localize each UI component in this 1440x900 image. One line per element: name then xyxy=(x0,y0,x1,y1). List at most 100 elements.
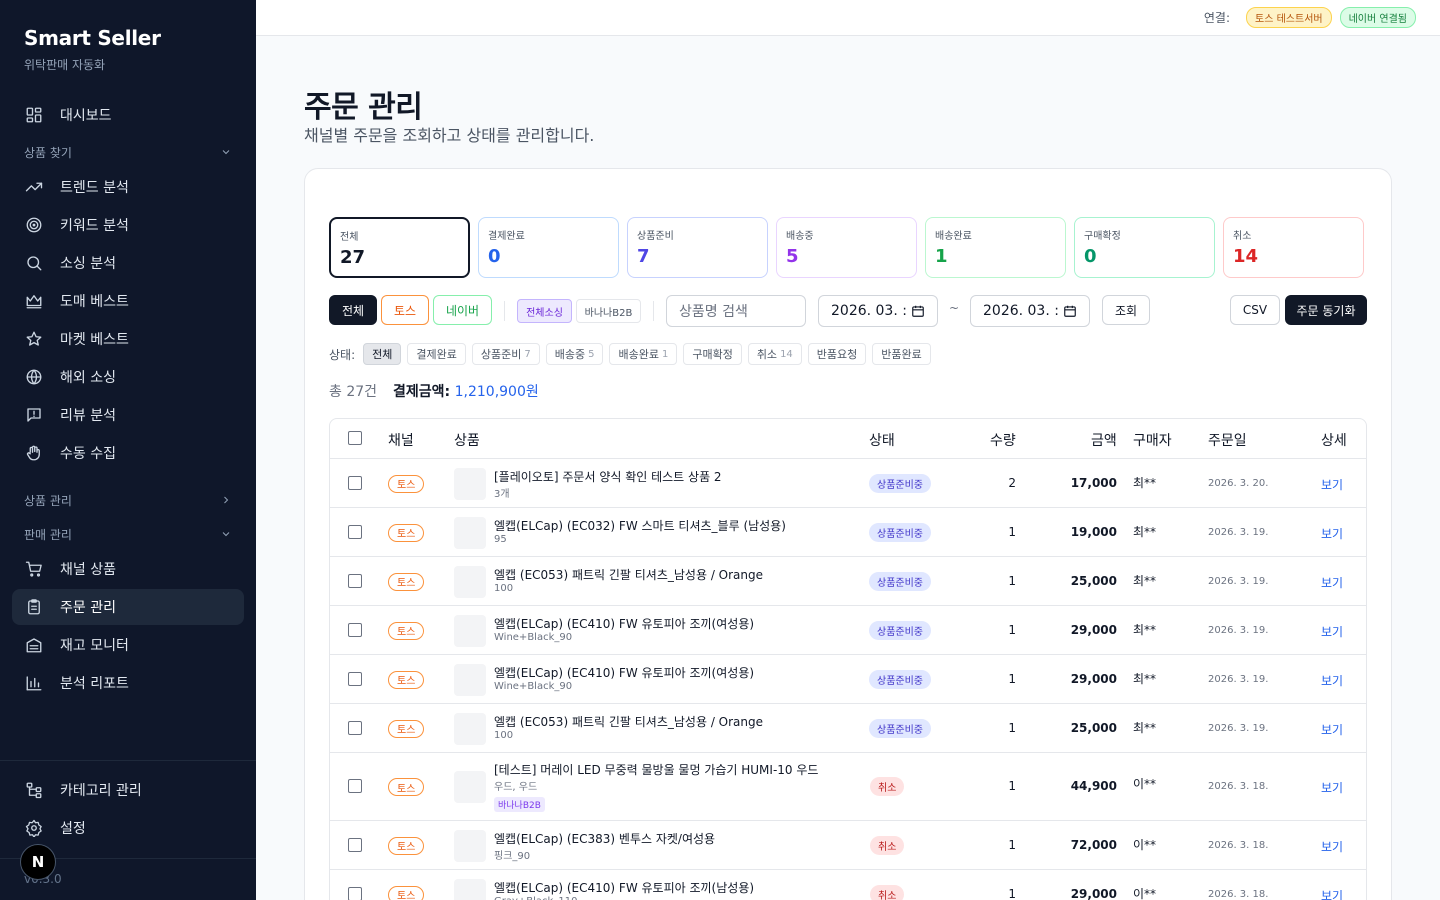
sidebar-item-category[interactable]: 카테고리 관리 xyxy=(12,772,244,808)
view-detail-link[interactable]: 보기 xyxy=(1321,887,1343,900)
select-all-checkbox[interactable] xyxy=(348,431,362,445)
table-row[interactable]: 토스 [플레이오토] 주문서 양식 확인 테스트 상품 2 3개 상품준비중 2 17,0… xyxy=(330,459,1366,508)
toss-connection-badge: 토스 테스트서버 xyxy=(1246,7,1332,28)
product-thumbnail xyxy=(454,467,486,500)
source-all-chip[interactable]: 전체소싱 xyxy=(517,299,572,323)
view-detail-link[interactable]: 보기 xyxy=(1321,721,1343,738)
sidebar-item-orders[interactable]: 주문 관리 xyxy=(12,589,244,625)
sidebar-item-sourcing[interactable]: 소싱 분석 xyxy=(12,245,244,281)
table-row[interactable]: 토스 [테스트] 머레이 LED 무중력 물방울 물멍 가습기 HUMI-10 우… xyxy=(330,753,1366,821)
view-detail-link[interactable]: 보기 xyxy=(1321,838,1343,855)
status-badge: 상품준비중 xyxy=(869,522,931,542)
status-chip-shipping[interactable]: 배송중 5 xyxy=(545,343,604,365)
date-to-input[interactable]: 2026. 03. : xyxy=(970,295,1090,327)
stat-cancelled[interactable]: 취소 14 xyxy=(1223,217,1364,278)
chip-label: 상품준비 xyxy=(480,348,522,361)
row-checkbox[interactable] xyxy=(348,886,362,900)
channel-badge: 토스 xyxy=(388,885,425,900)
table-row[interactable]: 토스 엘캡(ELCap) (EC383) 벤투스 자켓/여성용 핑크_90 취소 1 72… xyxy=(330,821,1366,870)
date-to-value: 2026. 03. : xyxy=(983,303,1059,319)
row-checkbox[interactable] xyxy=(348,475,362,490)
sidebar-item-trend[interactable]: 트렌드 분석 xyxy=(12,169,244,205)
chip-label: 구매확정 xyxy=(692,348,733,361)
row-checkbox[interactable] xyxy=(348,779,362,793)
sidebar-item-manual[interactable]: 수동 수집 xyxy=(12,435,244,471)
view-detail-link[interactable]: 보기 xyxy=(1321,623,1343,640)
order-date: 2026. 3. 18. xyxy=(1208,781,1269,792)
connection-label: 연결: xyxy=(1203,11,1231,25)
status-chip-return-done[interactable]: 반품완료 xyxy=(872,343,931,365)
sidebar-item-review[interactable]: 리뷰 분석 xyxy=(12,397,244,433)
product-thumbnail xyxy=(454,614,486,647)
chip-label: 배송완료 xyxy=(618,348,659,361)
sidebar-item-report[interactable]: 분석 리포트 xyxy=(12,665,244,701)
sidebar-group-sales[interactable]: 판매 관리 xyxy=(12,517,244,551)
status-badge: 상품준비중 xyxy=(869,718,931,738)
row-checkbox[interactable] xyxy=(348,720,362,735)
amount: 72,000 xyxy=(1070,837,1117,852)
view-detail-link[interactable]: 보기 xyxy=(1321,672,1343,689)
sidebar: Smart Seller 위탁판매 자동화 대시보드 상품 찾기 트렌드 분석 … xyxy=(0,0,256,900)
sidebar-item-wholesale-best[interactable]: 도매 베스트 xyxy=(12,283,244,319)
stat-preparing[interactable]: 상품준비 7 xyxy=(627,217,768,278)
table-row[interactable]: 토스 엘캡(ELCap) (EC410) FW 유토피아 조끼(여성용) Wine+… xyxy=(330,655,1366,704)
sync-orders-button[interactable]: 주문 동기화 xyxy=(1285,295,1367,325)
stat-all[interactable]: 전체 27 xyxy=(329,217,470,278)
stat-value: 1 xyxy=(935,246,948,267)
channel-all-button[interactable]: 전체 xyxy=(329,295,377,325)
status-chip-return-request[interactable]: 반품요청 xyxy=(807,343,867,365)
row-checkbox[interactable] xyxy=(348,622,362,637)
tree-icon xyxy=(24,780,44,800)
table-row[interactable]: 토스 엘캡 (EC053) 패트릭 긴팔 티셔츠_남성용 / Orange 100 상… xyxy=(330,704,1366,753)
status-chip-delivered[interactable]: 배송완료 1 xyxy=(609,343,678,365)
sidebar-item-channel-products[interactable]: 채널 상품 xyxy=(12,551,244,587)
stat-value: 5 xyxy=(786,246,799,267)
table-row[interactable]: 토스 엘캡(ELCap) (EC410) FW 유토피아 조끼(남성용)Gray+… xyxy=(330,870,1366,900)
table-body: 토스 [플레이오토] 주문서 양식 확인 테스트 상품 2 3개 상품준비중 2 17,0… xyxy=(330,459,1366,900)
sidebar-group-find[interactable]: 상품 찾기 xyxy=(12,135,244,169)
channel-badge: 토스 xyxy=(388,474,425,493)
sidebar-item-market-best[interactable]: 마켓 베스트 xyxy=(12,321,244,357)
date-from-input[interactable]: 2026. 03. : xyxy=(818,295,938,327)
sidebar-item-overseas[interactable]: 해외 소싱 xyxy=(12,359,244,395)
product-option: Gray+Black_110 xyxy=(494,896,577,900)
sidebar-item-settings[interactable]: 설정 xyxy=(12,810,244,846)
channel-naver-button[interactable]: 네이버 xyxy=(433,295,492,325)
table-row[interactable]: 토스 엘캡 (EC053) 패트릭 긴팔 티셔츠_남성용 / Orange 100 상… xyxy=(330,557,1366,606)
amount: 25,000 xyxy=(1070,573,1117,588)
row-checkbox[interactable] xyxy=(348,671,362,686)
status-chip-confirmed[interactable]: 구매확정 xyxy=(683,343,742,365)
status-chip-paid[interactable]: 결제완료 xyxy=(407,343,466,365)
stat-paid[interactable]: 결제완료 0 xyxy=(478,217,619,278)
status-chip-preparing[interactable]: 상품준비 7 xyxy=(471,343,540,365)
channel-toss-button[interactable]: 토스 xyxy=(381,295,429,325)
stat-delivered[interactable]: 배송완료 1 xyxy=(925,217,1066,278)
status-chip-all[interactable]: 전체 xyxy=(363,343,402,365)
dev-badge[interactable]: N xyxy=(20,844,56,880)
status-chip-cancelled[interactable]: 취소 14 xyxy=(747,343,802,365)
source-tag: 바나나B2B xyxy=(494,797,545,812)
csv-button[interactable]: CSV xyxy=(1230,295,1280,325)
sidebar-group-manage[interactable]: 상품 관리 xyxy=(12,483,244,517)
view-detail-link[interactable]: 보기 xyxy=(1321,476,1343,493)
product-option: 100 xyxy=(494,730,514,741)
sidebar-item-dashboard[interactable]: 대시보드 xyxy=(12,97,244,133)
row-checkbox[interactable] xyxy=(348,837,362,852)
table-row[interactable]: 토스 엘캡(ELCap) (EC410) FW 유토피아 조끼(여성용) Wine+… xyxy=(330,606,1366,655)
sidebar-item-keyword[interactable]: 키워드 분석 xyxy=(12,207,244,243)
row-checkbox[interactable] xyxy=(348,573,362,588)
product-search-input[interactable]: 상품명 검색 xyxy=(666,295,806,327)
view-detail-link[interactable]: 보기 xyxy=(1321,574,1343,591)
view-detail-link[interactable]: 보기 xyxy=(1321,525,1343,542)
channel-badge: 토스 xyxy=(388,778,425,796)
query-button[interactable]: 조회 xyxy=(1102,295,1150,325)
stat-confirmed[interactable]: 구매확정 0 xyxy=(1074,217,1215,278)
stat-shipping[interactable]: 배송중 5 xyxy=(776,217,917,278)
source-banana-chip[interactable]: 바나나B2B xyxy=(576,299,641,323)
view-detail-link[interactable]: 보기 xyxy=(1321,779,1343,796)
sidebar-item-inventory[interactable]: 재고 모니터 xyxy=(12,627,244,663)
row-checkbox[interactable] xyxy=(348,524,362,539)
status-badge: 상품준비중 xyxy=(869,571,931,591)
table-row[interactable]: 토스 엘캡(ELCap) (EC032) FW 스마트 티셔츠_블루 (남성용) 9… xyxy=(330,508,1366,557)
stat-label: 전체 xyxy=(340,232,359,243)
